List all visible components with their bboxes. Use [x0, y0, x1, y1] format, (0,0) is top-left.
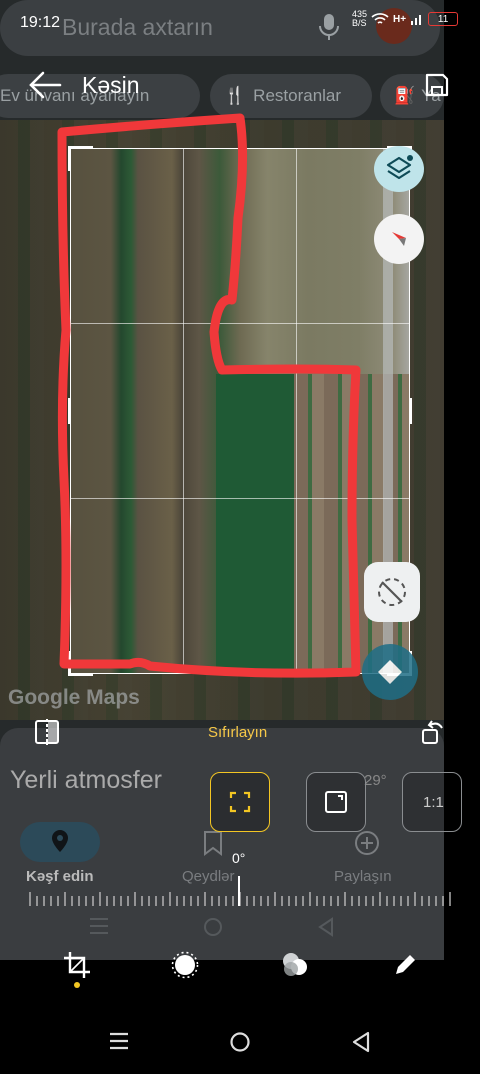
flip-icon[interactable]	[34, 718, 60, 746]
free-crop-icon	[229, 791, 251, 813]
directions-button[interactable]	[362, 644, 418, 700]
aspect-original-button[interactable]	[306, 772, 366, 832]
my-location-button[interactable]	[364, 562, 420, 622]
recent-apps-icon[interactable]	[108, 1030, 130, 1052]
aspect-free-button[interactable]	[210, 772, 270, 832]
aspect-ratio-label: 1:1	[423, 793, 444, 811]
original-ratio-icon	[325, 791, 347, 813]
location-off-icon	[378, 578, 406, 606]
home-icon[interactable]	[228, 1030, 252, 1054]
crop-icon[interactable]	[62, 950, 92, 980]
directions-icon	[378, 660, 402, 684]
reset-button[interactable]: Sıfırlayın	[208, 724, 267, 741]
back-icon[interactable]	[350, 1030, 372, 1054]
rotate-icon[interactable]	[420, 718, 446, 746]
layers-icon	[386, 155, 413, 180]
filters-icon[interactable]	[280, 950, 310, 980]
brightness-icon[interactable]	[170, 950, 200, 980]
compass-icon	[392, 232, 406, 246]
rotation-ruler[interactable]	[28, 890, 452, 908]
aspect-1-1-button[interactable]: 1:1	[402, 772, 462, 832]
compass-button[interactable]	[374, 214, 424, 264]
layers-button[interactable]	[374, 146, 424, 192]
pen-icon[interactable]	[390, 950, 420, 980]
active-tool-indicator	[74, 982, 80, 988]
ruler-indicator	[238, 876, 240, 906]
rotation-angle: 0°	[232, 850, 246, 866]
